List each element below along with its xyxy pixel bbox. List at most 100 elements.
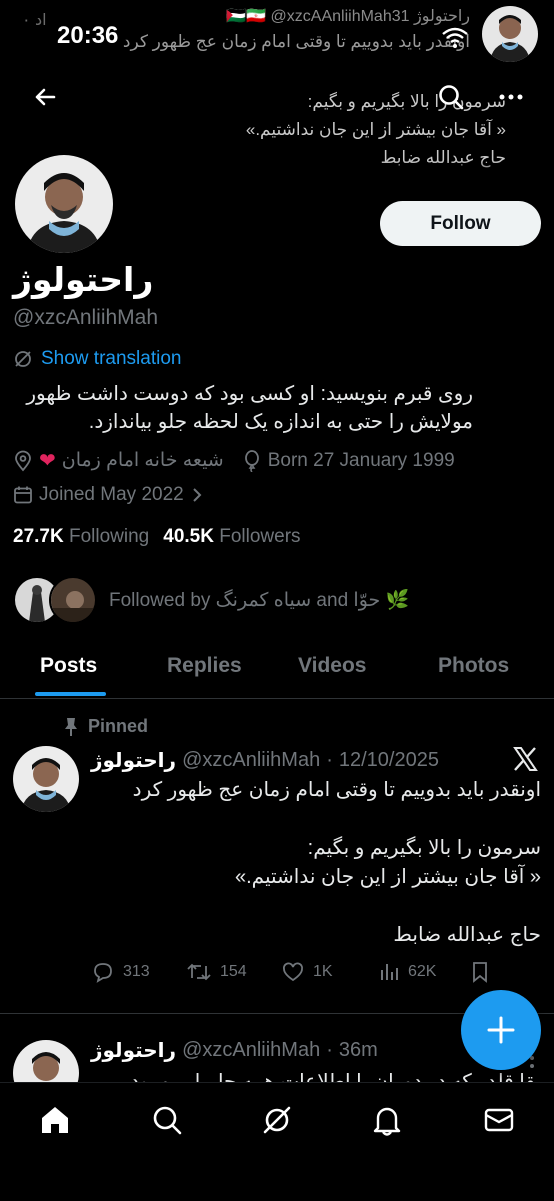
following-label[interactable]: Following bbox=[69, 526, 149, 547]
calendar-icon bbox=[14, 486, 32, 504]
profile-bio: روی قبرم بنویسید: او کسی بود که دوست داش… bbox=[26, 383, 473, 433]
search-icon bbox=[153, 1106, 182, 1135]
like-count[interactable]: 1K bbox=[313, 963, 333, 981]
grok-icon bbox=[263, 1106, 291, 1134]
profile-joined-text[interactable]: Joined May 2022 bbox=[39, 484, 184, 506]
tweet-body-line: « آقا جان بیشتر از این جان نداشتیم.» bbox=[234, 866, 541, 888]
status-bar: ۰ اد راحتولوژ 🇵🇸🇮🇷 @xzcAAnliihMah31 اونق… bbox=[0, 0, 554, 80]
x-logo-icon bbox=[510, 744, 540, 774]
nav-grok[interactable] bbox=[260, 1103, 294, 1137]
profile-avatar[interactable] bbox=[12, 152, 116, 256]
followers-count[interactable]: 40.5K bbox=[163, 526, 214, 547]
tweet-avatar[interactable] bbox=[13, 746, 79, 812]
search-button[interactable] bbox=[436, 82, 466, 112]
chevron-right-icon bbox=[193, 488, 202, 502]
more-button[interactable] bbox=[496, 82, 526, 112]
tweet-body-line: اونقدر باید بدوییم تا وقتی امام زمان عج … bbox=[132, 779, 541, 801]
tab-replies[interactable]: Replies bbox=[167, 654, 242, 678]
nav-notifications[interactable] bbox=[370, 1103, 404, 1137]
tab-videos[interactable]: Videos bbox=[298, 654, 366, 678]
followed-by-text[interactable]: Followed by سیاه کمرنگ and حوّا 🌿 bbox=[109, 588, 409, 612]
bookmark-icon bbox=[473, 962, 487, 983]
show-translation-link[interactable]: Show translation bbox=[13, 348, 181, 370]
more-horizontal-icon bbox=[499, 94, 523, 100]
tweet-author-handle[interactable]: @xzcAnliihMah bbox=[182, 1039, 320, 1062]
tweet-author-name[interactable]: راحتولوژ bbox=[91, 748, 176, 773]
active-tab-indicator bbox=[35, 692, 106, 696]
profile-location-text: شیعه خانه امام زمان bbox=[61, 450, 224, 471]
nav-home[interactable] bbox=[38, 1103, 72, 1137]
reply-button[interactable]: 313 bbox=[91, 960, 150, 984]
tweet-actions: 313 154 1K 62K bbox=[91, 960, 551, 988]
compose-button[interactable] bbox=[461, 990, 541, 1070]
location-pin-icon bbox=[15, 450, 31, 471]
repost-count[interactable]: 154 bbox=[220, 963, 247, 981]
tweet-body: اونقدر باید بدوییم تا وقتی امام زمان عج … bbox=[91, 776, 541, 950]
profile-born-text: Born 27 January 1999 bbox=[267, 449, 455, 471]
profile-born: Born 27 January 1999 bbox=[242, 450, 455, 472]
notification-title: راحتولوژ 🇵🇸🇮🇷 @xzcAAnliihMah31 bbox=[226, 8, 470, 25]
system-status-icons bbox=[440, 24, 480, 50]
followers-stat[interactable]: 40.5K Followers bbox=[163, 526, 300, 548]
views-count[interactable]: 62K bbox=[408, 963, 436, 981]
tweet-dot-separator: · bbox=[326, 749, 333, 771]
tweet-dot-separator: · bbox=[326, 1039, 333, 1061]
tweet-body-line: سرمون را بالا بگیریم و بگیم: bbox=[307, 837, 541, 859]
views-button[interactable]: 62K bbox=[378, 960, 436, 984]
pin-icon bbox=[65, 717, 77, 736]
tweet-date[interactable]: 36m bbox=[339, 1039, 378, 1062]
show-translation-label[interactable]: Show translation bbox=[41, 348, 181, 370]
bookmark-button[interactable] bbox=[469, 960, 491, 984]
nav-messages[interactable] bbox=[482, 1103, 516, 1137]
followed-by-row[interactable]: Followed by سیاه کمرنگ and حوّا 🌿 bbox=[13, 576, 409, 624]
tab-photos[interactable]: Photos bbox=[438, 654, 509, 678]
nav-search[interactable] bbox=[150, 1103, 184, 1137]
notification-avatar[interactable] bbox=[482, 6, 538, 62]
follow-stats: 27.7K Following 40.5K Followers bbox=[13, 526, 301, 548]
pinned-text: Pinned bbox=[88, 716, 149, 736]
followers-label[interactable]: Followers bbox=[219, 526, 300, 547]
reply-icon bbox=[94, 963, 112, 983]
search-icon bbox=[439, 85, 464, 110]
tweet-header: راحتولوژ @xzcAnliihMah · 12/10/2025 bbox=[91, 748, 439, 773]
like-button[interactable]: 1K bbox=[281, 960, 333, 984]
repost-icon bbox=[187, 963, 211, 981]
bell-icon bbox=[373, 1107, 401, 1136]
repost-button[interactable]: 154 bbox=[186, 960, 247, 984]
tweet-body-line: حاج عبدالله ضابط bbox=[393, 924, 541, 946]
home-icon bbox=[42, 1107, 68, 1133]
follow-button[interactable]: Follow bbox=[380, 201, 541, 246]
tweet-author-handle[interactable]: @xzcAnliihMah bbox=[182, 749, 320, 772]
tweet-body-spacer bbox=[91, 805, 541, 834]
header-line-2: « آقا جان بیشتر از این جان نداشتیم.» bbox=[245, 120, 506, 139]
back-button[interactable] bbox=[30, 82, 60, 112]
following-count[interactable]: 27.7K bbox=[13, 526, 64, 547]
profile-meta-row-1: ❤ شیعه خانه امام زمان Born 27 January 19… bbox=[13, 448, 455, 473]
tweet-date[interactable]: 12/10/2025 bbox=[339, 749, 439, 772]
heart-icon bbox=[283, 962, 303, 982]
notification-handle-fragment: ۰ اد bbox=[22, 12, 47, 29]
status-time: 20:36 bbox=[57, 22, 119, 49]
tweet-author-name[interactable]: راحتولوژ bbox=[91, 1038, 176, 1063]
profile-location: ❤ شیعه خانه امام زمان bbox=[13, 448, 224, 473]
profile-meta-row-2: Joined May 2022 bbox=[13, 484, 204, 506]
views-icon bbox=[381, 964, 398, 980]
profile-display-name: راحتولوژ bbox=[13, 261, 154, 298]
balloon-icon bbox=[244, 449, 259, 472]
follower-avatar-2 bbox=[49, 576, 97, 624]
mail-icon bbox=[484, 1108, 514, 1132]
wifi-icon bbox=[442, 27, 468, 43]
translate-icon bbox=[15, 351, 31, 367]
following-stat[interactable]: 27.7K Following bbox=[13, 526, 149, 548]
profile-handle: @xzcAnliihMah bbox=[13, 306, 159, 329]
heart-emoji-icon: ❤ bbox=[39, 450, 56, 472]
tab-posts[interactable]: Posts bbox=[40, 654, 97, 678]
arrow-left-icon bbox=[35, 88, 56, 106]
reply-count[interactable]: 313 bbox=[123, 963, 150, 981]
bottom-navigation bbox=[0, 1082, 554, 1201]
tweet-body-spacer bbox=[91, 892, 541, 921]
pinned-label: Pinned bbox=[62, 716, 148, 737]
plus-icon bbox=[487, 1016, 515, 1044]
tweet-header: راحتولوژ @xzcAnliihMah · 36m bbox=[91, 1038, 378, 1063]
profile-joined[interactable]: Joined May 2022 bbox=[13, 484, 204, 506]
